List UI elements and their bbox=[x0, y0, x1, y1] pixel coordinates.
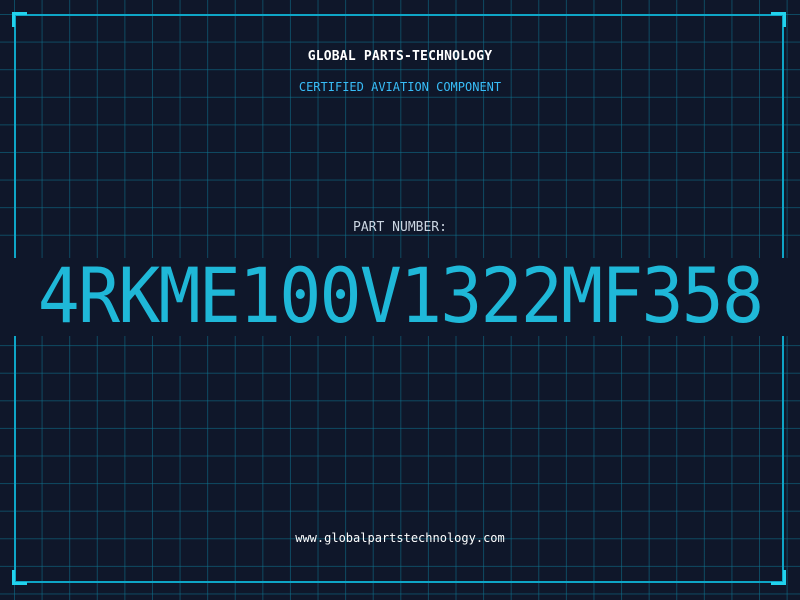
company-name: GLOBAL PARTS-TECHNOLOGY bbox=[307, 49, 493, 64]
website-link[interactable]: www.globalpartstechnology.com bbox=[0, 531, 800, 545]
corner-mark-bottom-left bbox=[12, 570, 27, 585]
certification-subtitle: CERTIFIED AVIATION COMPONENT bbox=[298, 80, 502, 94]
part-number-label: PART NUMBER: bbox=[353, 220, 447, 235]
corner-mark-top-right bbox=[771, 12, 786, 27]
part-number-band: 4RKME100V1322MF358 bbox=[0, 258, 800, 336]
corner-mark-bottom-right bbox=[771, 570, 786, 585]
part-number-value: 4RKME100V1322MF358 bbox=[37, 258, 764, 336]
corner-mark-top-left bbox=[12, 12, 27, 27]
label-card: GLOBAL PARTS-TECHNOLOGY CERTIFIED AVIATI… bbox=[0, 0, 800, 600]
